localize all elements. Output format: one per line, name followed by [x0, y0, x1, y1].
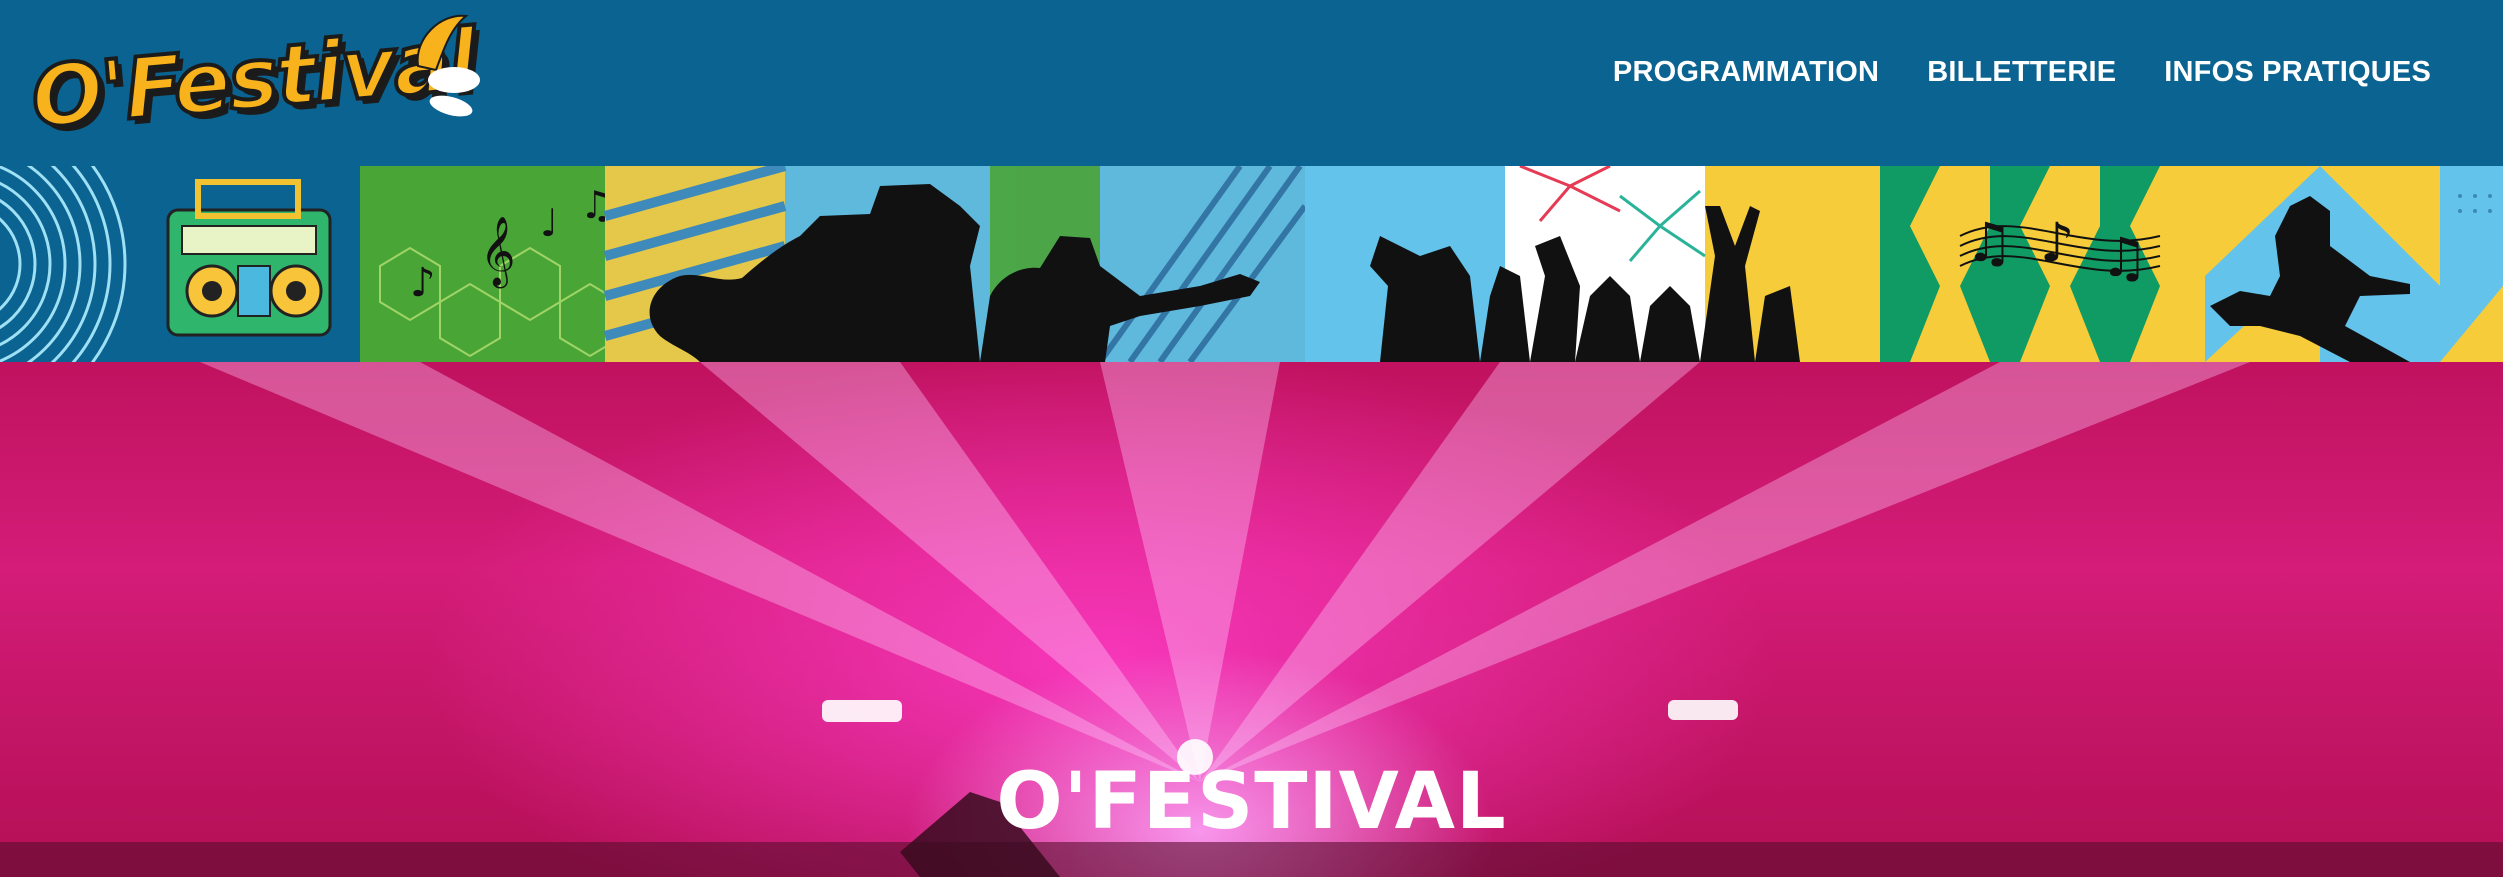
- nav-programmation[interactable]: PROGRAMMATION: [1613, 56, 1879, 89]
- hero-title: O'FESTIVAL: [996, 757, 1507, 847]
- splash-icon: [416, 14, 480, 117]
- svg-text:♩: ♩: [540, 201, 558, 245]
- hero-section: O'FESTIVAL: [0, 362, 2503, 877]
- nav-infos-pratiques[interactable]: INFOS PRATIQUES: [2164, 56, 2431, 89]
- banner-illustration: 𝄞 ♪ ♩ ♫ ♫ ♪ ♫: [0, 166, 2503, 362]
- svg-text:♪: ♪: [410, 260, 436, 306]
- nav-billetterie[interactable]: BILLETTERIE: [1927, 56, 2116, 89]
- svg-text:𝄞: 𝄞: [480, 216, 515, 288]
- site-header: O'Festival PROGRAMMATION BILLETTERIE INF…: [0, 0, 2503, 166]
- svg-text:♪: ♪: [2040, 211, 2074, 274]
- main-nav: PROGRAMMATION BILLETTERIE INFOS PRATIQUE…: [1613, 56, 2431, 89]
- svg-text:♫: ♫: [2100, 226, 2148, 289]
- decorative-banner: 𝄞 ♪ ♩ ♫ ♫ ♪ ♫: [0, 166, 2503, 362]
- svg-text:♫: ♫: [1965, 211, 2013, 274]
- site-logo[interactable]: O'Festival: [26, 8, 481, 148]
